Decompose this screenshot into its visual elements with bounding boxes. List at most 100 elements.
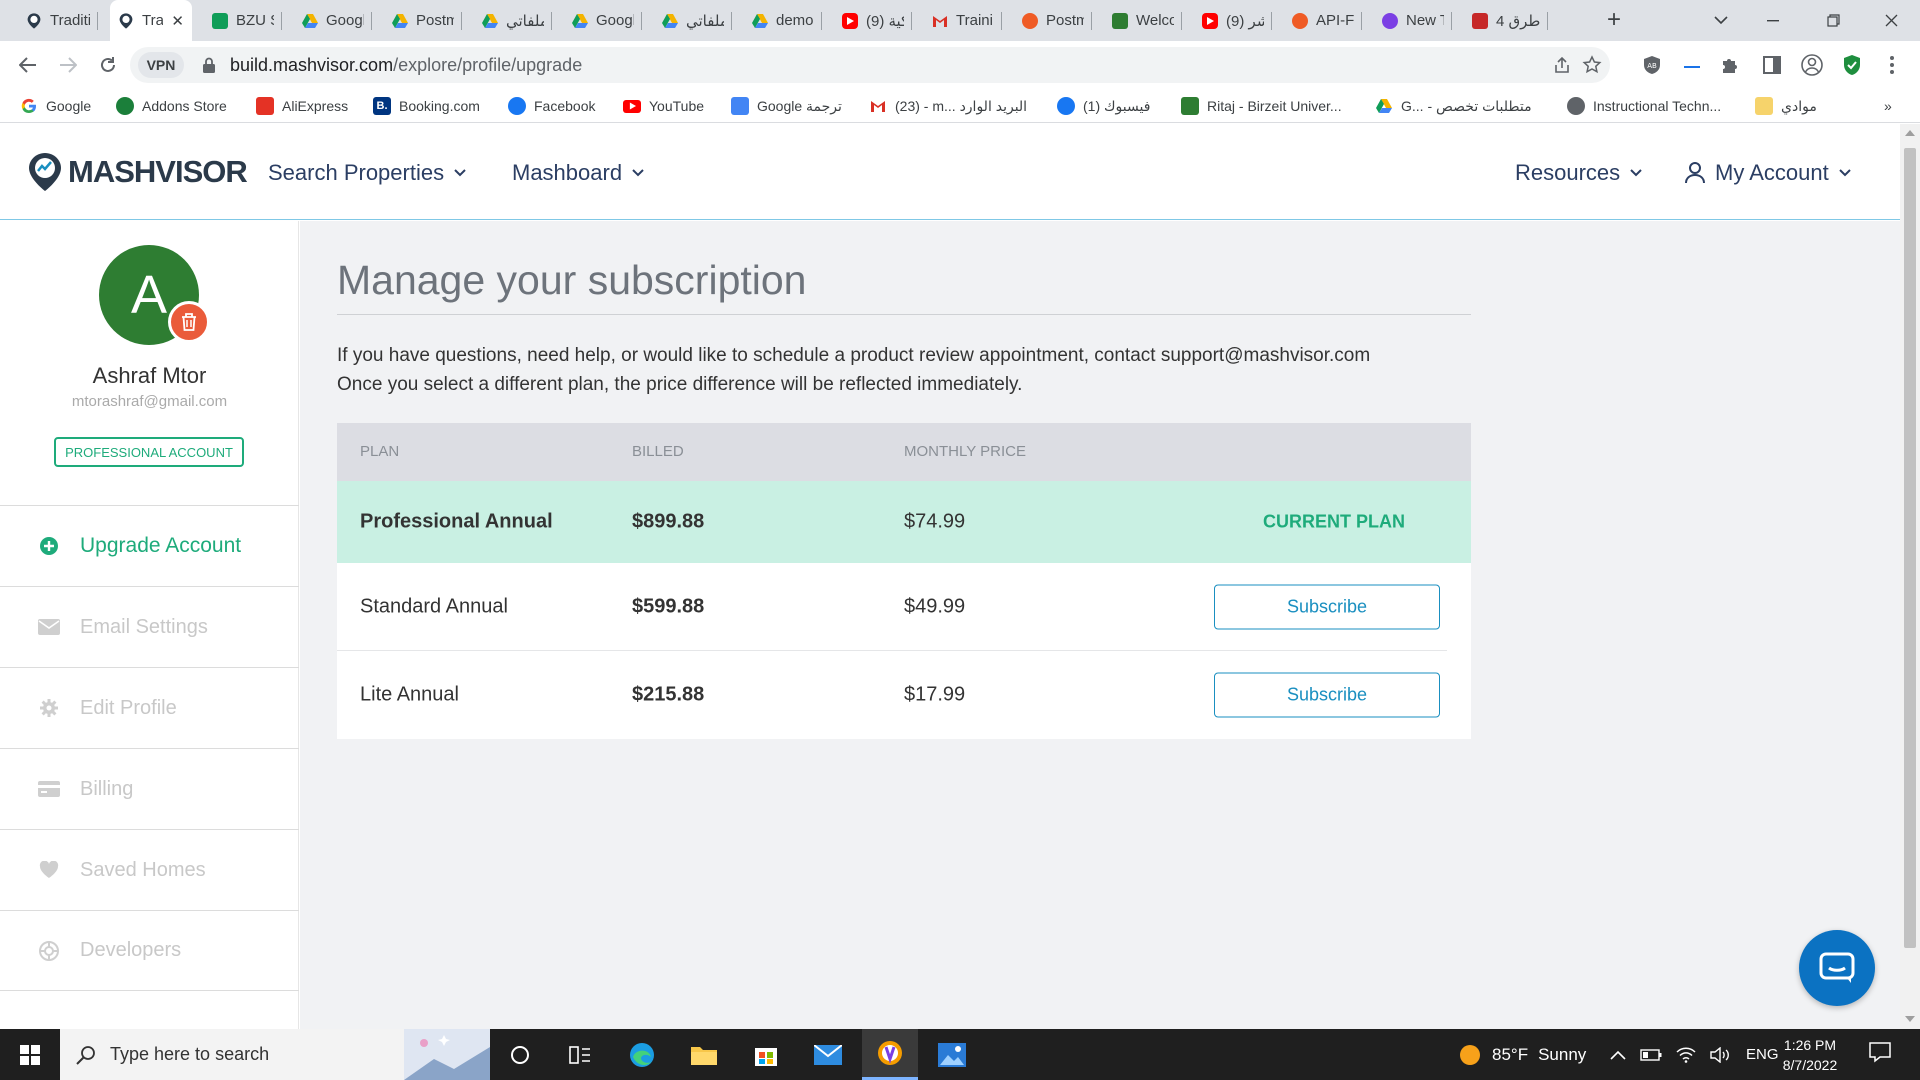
drive-icon xyxy=(482,13,498,29)
task-view-icon[interactable] xyxy=(552,1029,608,1080)
column-header-monthly-price: MONTHLY PRICE xyxy=(904,443,1026,460)
bookmarks-overflow-button[interactable]: » xyxy=(1884,95,1892,117)
share-icon[interactable] xyxy=(1550,53,1574,77)
file-explorer-icon[interactable] xyxy=(676,1029,732,1080)
sidebar-item-billing[interactable]: Billing xyxy=(0,748,299,829)
star-icon[interactable] xyxy=(1580,53,1604,77)
tab-15[interactable]: New T xyxy=(1374,0,1452,41)
chat-launcher-button[interactable] xyxy=(1799,930,1875,1006)
delete-avatar-button[interactable] xyxy=(168,301,210,343)
tab-search-icon[interactable] xyxy=(1698,0,1744,41)
tab-13[interactable]: (9) شر xyxy=(1194,0,1272,41)
shield-check-icon[interactable] xyxy=(1840,53,1864,77)
start-button[interactable] xyxy=(0,1029,60,1080)
drive-icon xyxy=(392,13,408,29)
tab-2[interactable]: BZU St xyxy=(204,0,282,41)
edraak-icon xyxy=(1472,12,1488,29)
tab-3[interactable]: Googl xyxy=(294,0,372,41)
sidebar-item-email-settings[interactable]: Email Settings xyxy=(0,586,299,667)
tab-8[interactable]: demo xyxy=(744,0,822,41)
bookmark-item[interactable]: YouTube xyxy=(623,95,704,117)
tab-0[interactable]: Traditi xyxy=(18,0,98,41)
bookmark-label: (23) - m... البريد الوارد xyxy=(895,97,1028,114)
sidebar-item-saved-homes[interactable]: Saved Homes xyxy=(0,829,299,910)
mashvisor-logo[interactable]: MASHVISOR xyxy=(28,152,248,192)
tab-title: Trainin xyxy=(956,12,994,29)
cortana-icon[interactable] xyxy=(492,1029,548,1080)
volume-icon[interactable] xyxy=(1710,1046,1732,1063)
subscribe-standard-button[interactable]: Subscribe xyxy=(1214,584,1440,630)
bookmark-item[interactable]: Ritaj - Birzeit Univer... xyxy=(1181,95,1342,117)
close-tab-icon[interactable]: ✕ xyxy=(171,12,184,30)
bookmark-item[interactable]: G... - متطلبات تخصص xyxy=(1375,95,1532,117)
chevron-up-icon[interactable] xyxy=(1610,1050,1626,1060)
lock-icon[interactable] xyxy=(202,57,216,73)
close-window-icon[interactable] xyxy=(1868,0,1914,41)
bookmark-item[interactable]: Facebook xyxy=(508,95,595,117)
extensions-puzzle-icon[interactable] xyxy=(1718,53,1742,77)
scroll-thumb[interactable] xyxy=(1904,148,1916,948)
notification-center-icon[interactable] xyxy=(1868,1041,1894,1067)
nav-mashboard[interactable]: Mashboard xyxy=(512,160,644,186)
tab-9[interactable]: (9) كية xyxy=(834,0,912,41)
bookmark-item[interactable]: موادي xyxy=(1755,95,1817,117)
weather-widget[interactable]: 85°F Sunny xyxy=(1458,1029,1586,1080)
sidebar-item-label: Billing xyxy=(80,777,134,800)
forward-icon[interactable] xyxy=(52,49,84,81)
wifi-icon[interactable] xyxy=(1676,1047,1696,1063)
tab-6[interactable]: Googl xyxy=(564,0,642,41)
tab-11[interactable]: Postm xyxy=(1014,0,1092,41)
sun-icon xyxy=(1460,1044,1480,1065)
restore-icon[interactable] xyxy=(1810,0,1856,41)
credit-card-icon xyxy=(38,778,60,800)
photos-icon[interactable] xyxy=(924,1029,980,1080)
nav-my-account[interactable]: My Account xyxy=(1685,160,1851,186)
url-text[interactable]: build.mashvisor.com/explore/profile/upgr… xyxy=(230,55,582,76)
address-bar[interactable]: VPN build.mashvisor.com/explore/profile/… xyxy=(130,47,1610,83)
bookmark-item[interactable]: Addons Store xyxy=(116,95,227,117)
battery-icon[interactable] xyxy=(1640,1048,1662,1061)
bookmark-item[interactable]: Instructional Techn... xyxy=(1567,95,1721,117)
nav-resources[interactable]: Resources xyxy=(1515,160,1642,186)
avast-browser-icon[interactable] xyxy=(862,1029,918,1080)
taskbar-search-box[interactable]: Type here to search xyxy=(60,1029,490,1080)
adblock-icon[interactable]: AB xyxy=(1640,53,1664,77)
bookmark-item[interactable]: (1) فيسبوك xyxy=(1057,95,1150,117)
mail-icon[interactable] xyxy=(800,1029,856,1080)
back-icon[interactable] xyxy=(12,49,44,81)
taskbar-clock[interactable]: 1:26 PM 8/7/2022 xyxy=(1760,1035,1860,1075)
tab-14[interactable]: API-Fi xyxy=(1284,0,1362,41)
scroll-up-icon[interactable] xyxy=(1905,130,1915,136)
nav-search-properties[interactable]: Search Properties xyxy=(268,160,466,186)
tab-4[interactable]: Postm xyxy=(384,0,462,41)
sidebar-item-edit-profile[interactable]: Edit Profile xyxy=(0,667,299,748)
tab-1[interactable]: Tra ✕ xyxy=(110,0,192,41)
bookmark-item[interactable]: Google xyxy=(20,95,91,117)
bookmark-label: YouTube xyxy=(649,98,705,114)
minimize-icon[interactable] xyxy=(1750,0,1796,41)
sidebar-item-upgrade-account[interactable]: Upgrade Account xyxy=(0,505,299,586)
tab-10[interactable]: Trainin xyxy=(924,0,1002,41)
subscribe-lite-button[interactable]: Subscribe xyxy=(1214,672,1440,718)
sidebar-item-developers[interactable]: Developers xyxy=(0,910,299,991)
extension-dash-icon[interactable] xyxy=(1680,53,1704,77)
bookmark-item[interactable]: (23) - m... البريد الوارد xyxy=(869,95,1027,117)
new-tab-button[interactable]: + xyxy=(1600,6,1628,34)
menu-kebab-icon[interactable] xyxy=(1880,53,1904,77)
bookmark-item[interactable]: B. Booking.com xyxy=(373,95,480,117)
vpn-badge[interactable]: VPN xyxy=(138,52,184,78)
microsoft-store-icon[interactable] xyxy=(738,1029,794,1080)
bookmarks-bar: Google Addons Store AliExpress B. Booking.co… xyxy=(0,89,1920,123)
edge-icon[interactable] xyxy=(614,1029,670,1080)
profile-icon[interactable] xyxy=(1800,53,1824,77)
bookmark-item[interactable]: Google ترجمة xyxy=(731,95,842,117)
tab-5[interactable]: ملفاتي xyxy=(474,0,552,41)
side-panel-icon[interactable] xyxy=(1760,53,1784,77)
tab-7[interactable]: ملفاتي xyxy=(654,0,732,41)
tab-12[interactable]: Welco xyxy=(1104,0,1182,41)
bookmark-item[interactable]: AliExpress xyxy=(256,95,348,117)
scroll-down-icon[interactable] xyxy=(1905,1016,1915,1022)
page-scrollbar[interactable] xyxy=(1900,124,1920,1029)
tab-16[interactable]: 4 طرق xyxy=(1464,0,1548,41)
reload-icon[interactable] xyxy=(92,49,124,81)
